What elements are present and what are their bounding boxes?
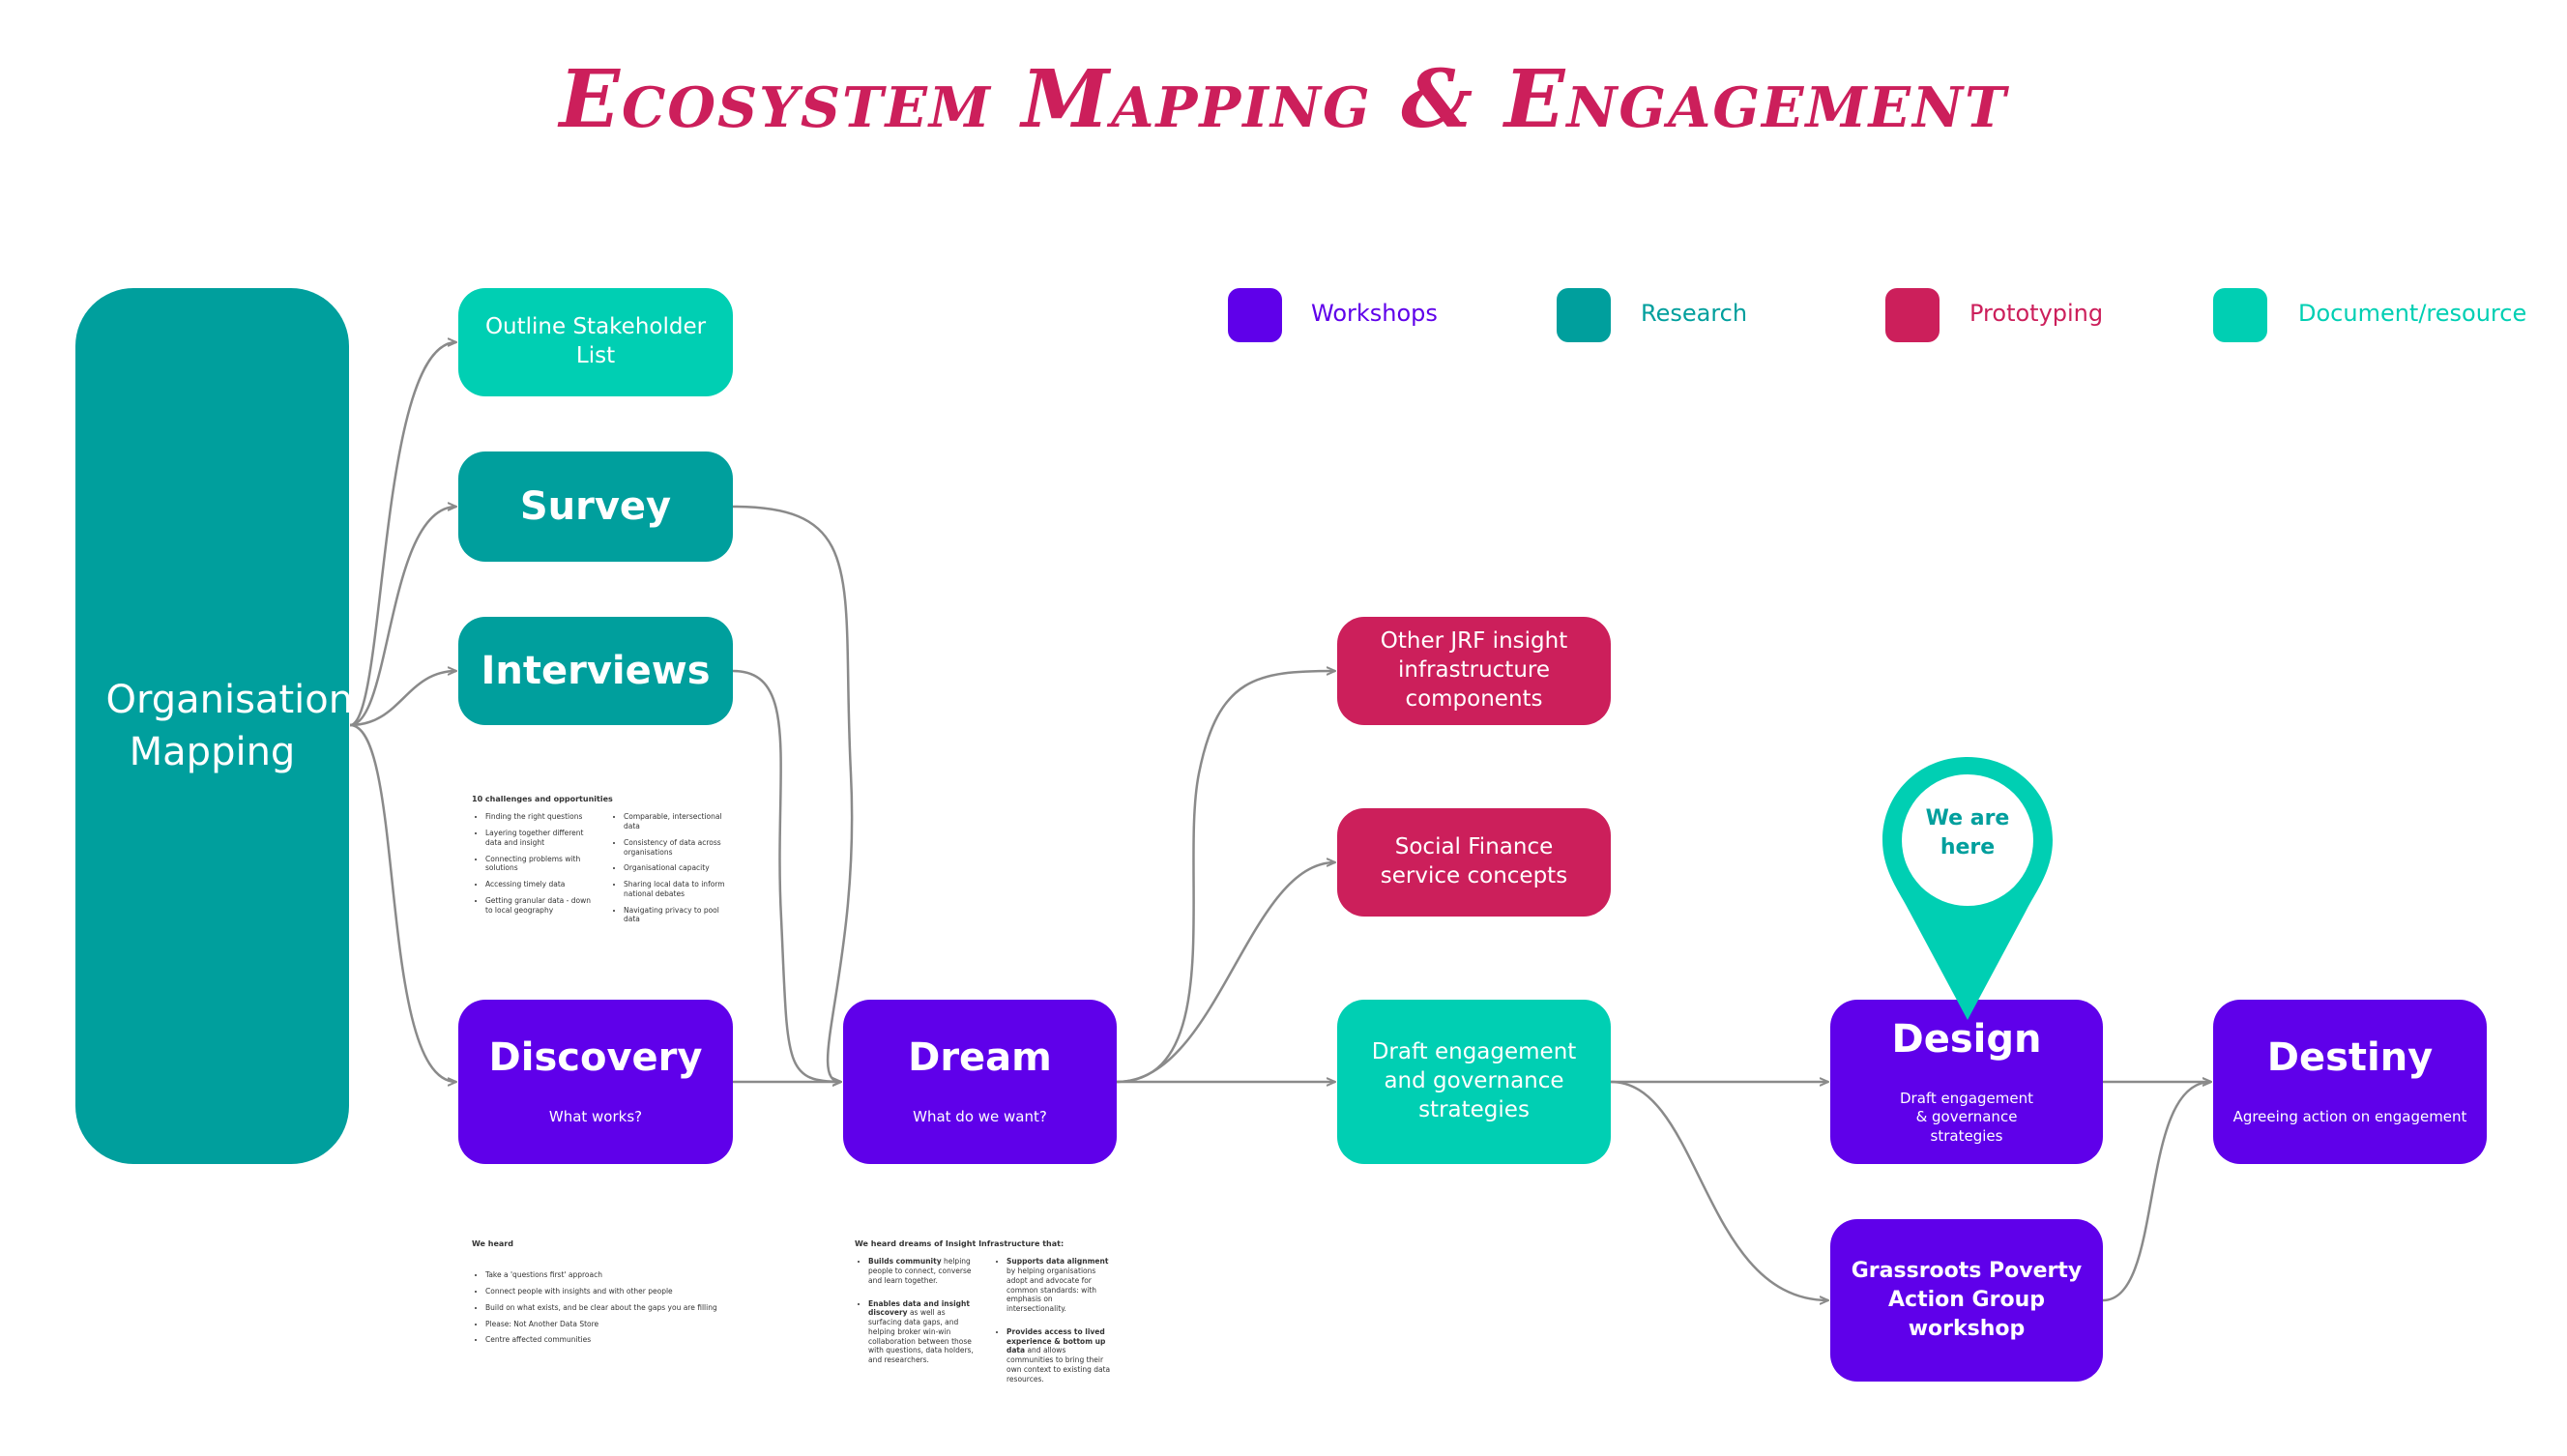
node-survey[interactable]: Survey [458,451,733,562]
list-item: Getting granular data - down to local ge… [485,896,593,916]
node-grassroots[interactable]: Grassroots Poverty Action Group workshop [1830,1219,2103,1382]
challenges-left-list: Finding the right questions Layering toge… [472,812,593,915]
list-item: Enables data and insight discovery as we… [868,1299,976,1365]
edge-dream-otherjrf [1116,671,1335,1084]
dreams-heading: We heard dreams of Insight Infrastructur… [855,1239,1065,1248]
edge-interviews-dream [732,669,841,1082]
we-heard-note: We heard Take a 'questions first' approa… [472,1239,723,1352]
node-design[interactable]: Design Draft engagement & governance str… [1830,1000,2103,1164]
list-item: Connect people with insights and with ot… [485,1287,723,1296]
node-outline-stakeholder-list[interactable]: Outline Stakeholder List [458,288,733,396]
list-item: Finding the right questions [485,812,593,822]
node-sublabel: What works? [548,1108,643,1126]
node-label: Organisation Mapping [105,678,354,774]
node-label: Interviews [481,649,711,693]
list-item: Comparable, intersectional data [624,812,731,831]
edge-dream-socialfinance [1116,862,1335,1084]
list-item: Centre affected communities [485,1335,723,1345]
node-label: Discovery [488,1035,703,1081]
node-draft-strategies[interactable]: Draft engagement and governance strategi… [1337,1000,1611,1164]
list-item: Provides access to lived experience & bo… [1006,1327,1114,1384]
list-item: Please: Not Another Data Store [485,1320,723,1329]
node-label: Outline Stakeholder List [484,314,707,368]
pin-label-line2: here [1940,834,1996,859]
pin-label-line1: We are [1925,806,2010,830]
dream-item-text: by helping organisations adopt and advoc… [1006,1267,1097,1314]
node-sublabel: What do we want? [913,1108,1047,1126]
node-label: Other JRF insight infrastructure compone… [1380,628,1568,712]
location-pin-icon [1882,757,2053,1020]
edge-org-discovery [349,723,456,1082]
challenges-right-list: Comparable, intersectional data Consisten… [610,812,731,924]
node-label: Draft engagement and governance strategi… [1371,1039,1577,1122]
list-item: Supports data alignment by helping organ… [1006,1257,1114,1314]
node-discovery[interactable]: Discovery What works? [458,1000,733,1164]
pin-label: We are here [1900,804,2035,861]
list-item: Connecting problems with solutions [485,855,593,874]
list-item: Take a 'questions first' approach [485,1270,723,1280]
edge-org-outline [349,342,456,727]
node-destiny[interactable]: Destiny Agreeing action on engagement [2213,1000,2487,1164]
list-item: Builds community helping people to conne… [868,1257,976,1285]
node-sublabel: Agreeing action on engagement [2232,1108,2467,1126]
node-label: Grassroots Poverty Action Group workshop [1851,1259,2083,1341]
node-label: Social Finance service concepts [1380,834,1568,888]
node-dream[interactable]: Dream What do we want? [843,1000,1117,1164]
list-item: Organisational capacity [624,863,731,873]
challenges-note: 10 challenges and opportunities Finding … [472,795,733,931]
we-heard-list: Take a 'questions first' approach Connect… [472,1270,723,1345]
node-label: Survey [519,484,672,529]
edge-draft-grassroots [1610,1080,1828,1300]
edge-grassroots-destiny [2102,1082,2211,1302]
node-sublabel: Draft engagement & governance strategies [1899,1089,2033,1145]
list-item: Layering together different data and ins… [485,829,593,848]
dream-item-bold: Builds community [868,1257,942,1267]
dream-item-bold: Supports data alignment [1006,1257,1109,1267]
node-interviews[interactable]: Interviews [458,617,733,725]
list-item: Navigating privacy to pool data [624,906,731,925]
node-organisation-mapping[interactable]: Organisation Mapping [75,288,354,1164]
node-other-jrf[interactable]: Other JRF insight infrastructure compone… [1337,617,1611,725]
list-item: Sharing local data to inform national de… [624,880,731,899]
list-item: Accessing timely data [485,880,593,889]
dreams-note: We heard dreams of Insight Infrastructur… [855,1239,1135,1397]
list-item: Build on what exists, and be clear about… [485,1303,723,1313]
list-item: Consistency of data across organisations [624,838,731,858]
edge-survey-dream [732,505,854,1082]
node-label: Dream [908,1035,1052,1081]
node-label: Destiny [2266,1035,2434,1081]
node-social-finance[interactable]: Social Finance service concepts [1337,808,1611,917]
connectors [349,0,2567,1456]
challenges-heading: 10 challenges and opportunities [472,795,613,803]
node-label: Design [1891,1016,2042,1062]
we-heard-heading: We heard [472,1239,513,1248]
